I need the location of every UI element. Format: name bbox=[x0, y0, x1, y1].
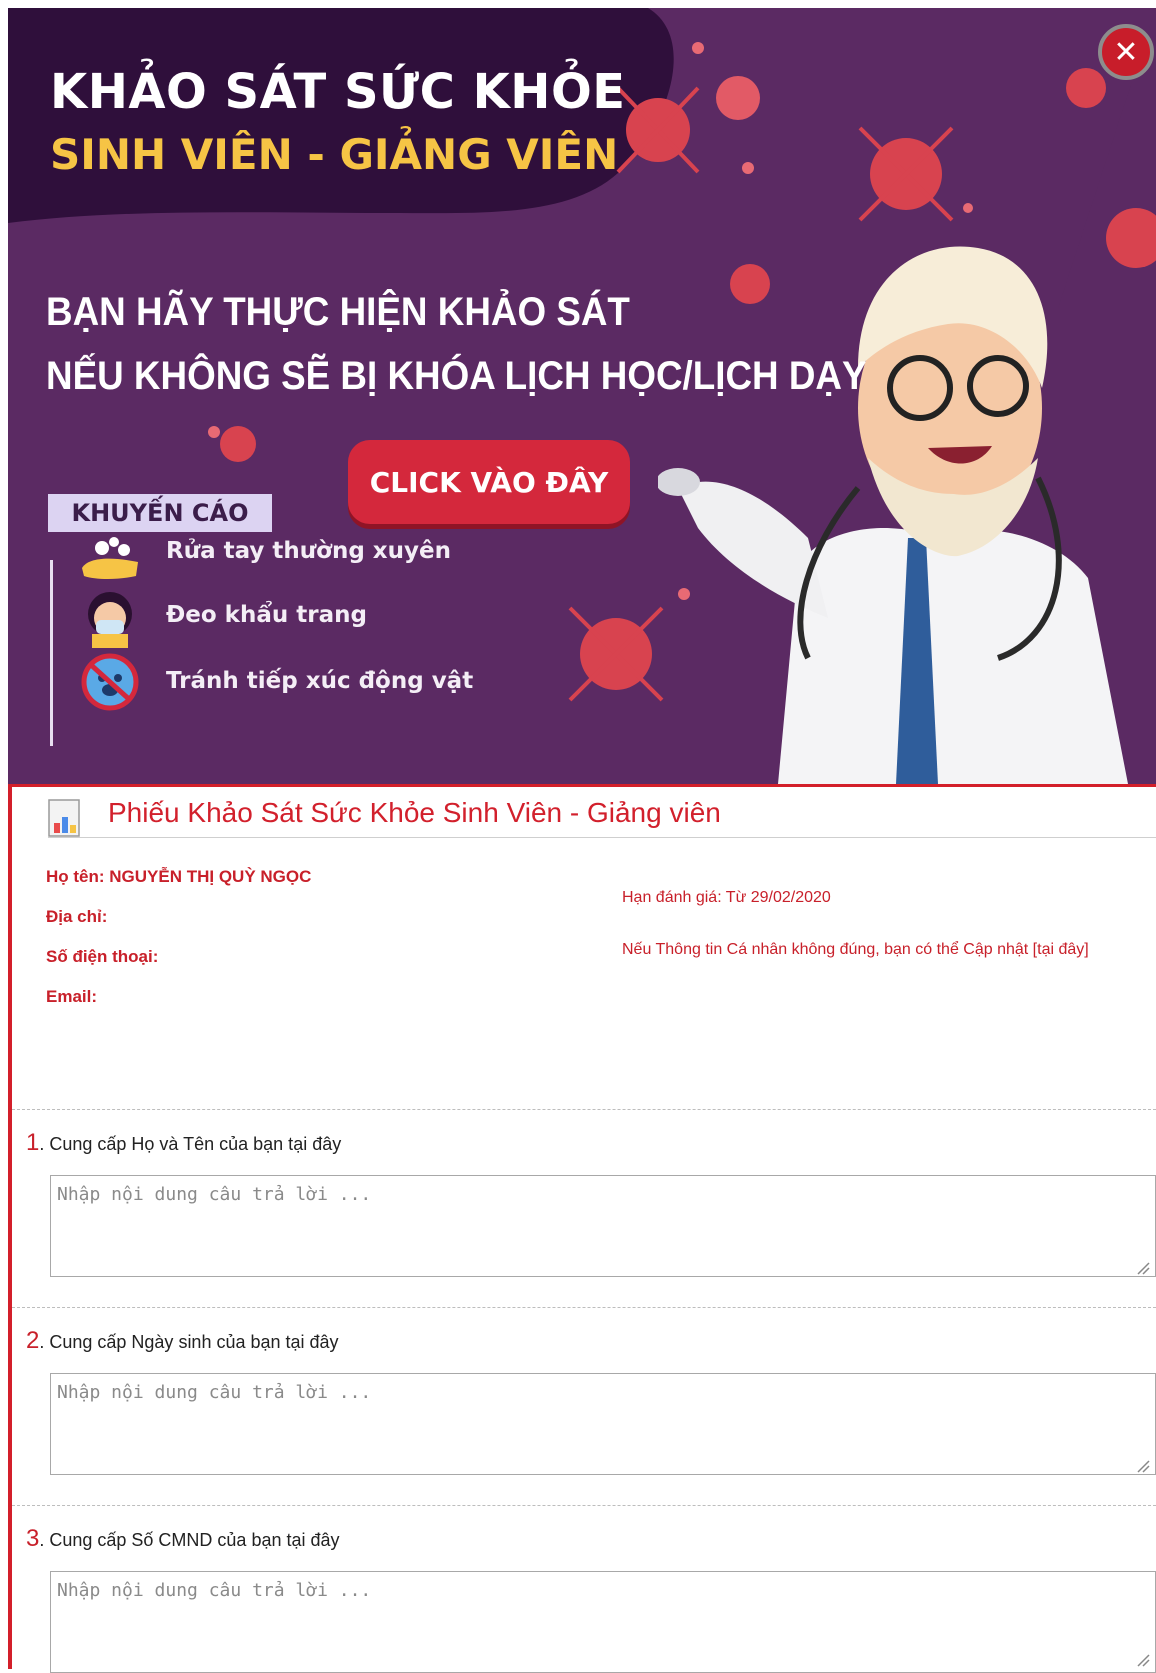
question-2-number: 2 bbox=[26, 1327, 40, 1354]
close-button[interactable]: ✕ bbox=[1098, 24, 1154, 80]
survey-banner: KHẢO SÁT SỨC KHỎE SINH VIÊN - GIẢNG VIÊN… bbox=[8, 8, 1156, 784]
section-divider bbox=[12, 1307, 1156, 1308]
click-here-button[interactable]: CLICK VÀO ĐÂY bbox=[348, 440, 630, 524]
tip-wear-mask: Đeo khẩu trang bbox=[166, 602, 367, 628]
question-2-text: . Cung cấp Ngày sinh của bạn tại đây bbox=[39, 1332, 339, 1352]
face-mask-icon bbox=[88, 592, 132, 648]
student-name: Họ tên: NGUYỄN THỊ QUỲ NGỌC bbox=[46, 867, 312, 886]
tip-wash-hands: Rửa tay thường xuyên bbox=[166, 538, 451, 564]
address-label: Địa chỉ: bbox=[46, 907, 108, 926]
question-3-text: . Cung cấp Số CMND của bạn tại đây bbox=[39, 1530, 340, 1550]
tips-divider bbox=[50, 560, 53, 746]
banner-title: KHẢO SÁT SỨC KHỎE bbox=[50, 64, 626, 120]
no-animal-icon bbox=[81, 653, 139, 711]
update-info-link[interactable]: Nếu Thông tin Cá nhân không đúng, bạn có… bbox=[622, 937, 1112, 963]
question-1-number: 1 bbox=[26, 1129, 40, 1156]
email-label: Email: bbox=[46, 987, 98, 1006]
doctor-illustration bbox=[658, 246, 1128, 784]
section-divider bbox=[12, 1505, 1156, 1506]
resize-grip-icon[interactable] bbox=[1136, 1261, 1150, 1275]
hand-wash-icon bbox=[82, 537, 138, 579]
banner-message-line2: NẾU KHÔNG SẼ BỊ KHÓA LỊCH HỌC/LỊCH DẠY bbox=[46, 354, 867, 398]
question-1-label: 1. Cung cấp Họ và Tên của bạn tại đây bbox=[26, 1129, 341, 1157]
question-3-label: 3. Cung cấp Số CMND của bạn tại đây bbox=[26, 1525, 340, 1553]
question-1-text: . Cung cấp Họ và Tên của bạn tại đây bbox=[39, 1134, 342, 1154]
banner-message-line1: BẠN HÃY THỰC HIỆN KHẢO SÁT bbox=[46, 290, 630, 334]
question-2-answer-input[interactable] bbox=[50, 1373, 1156, 1475]
question-2-label: 2. Cung cấp Ngày sinh của bạn tại đây bbox=[26, 1327, 339, 1355]
tip-avoid-animals: Tránh tiếp xúc động vật bbox=[166, 668, 474, 694]
form-header: Phiếu Khảo Sát Sức Khỏe Sinh Viên - Giản… bbox=[48, 793, 1156, 838]
question-3-number: 3 bbox=[26, 1525, 40, 1552]
question-3-answer-input[interactable] bbox=[50, 1571, 1156, 1673]
evaluation-deadline: Hạn đánh giá: Từ 29/02/2020 bbox=[622, 889, 831, 906]
recommendation-label: KHUYẾN CÁO bbox=[48, 494, 272, 532]
resize-grip-icon[interactable] bbox=[1136, 1653, 1150, 1667]
survey-form: Phiếu Khảo Sát Sức Khỏe Sinh Viên - Giản… bbox=[8, 784, 1156, 1673]
phone-label: Số điện thoại: bbox=[46, 947, 159, 966]
question-1-answer-input[interactable] bbox=[50, 1175, 1156, 1277]
form-title: Phiếu Khảo Sát Sức Khỏe Sinh Viên - Giản… bbox=[108, 797, 721, 828]
banner-subtitle: SINH VIÊN - GIẢNG VIÊN bbox=[50, 130, 619, 179]
document-icon bbox=[48, 799, 80, 837]
resize-grip-icon[interactable] bbox=[1136, 1459, 1150, 1473]
section-divider bbox=[12, 1109, 1156, 1110]
